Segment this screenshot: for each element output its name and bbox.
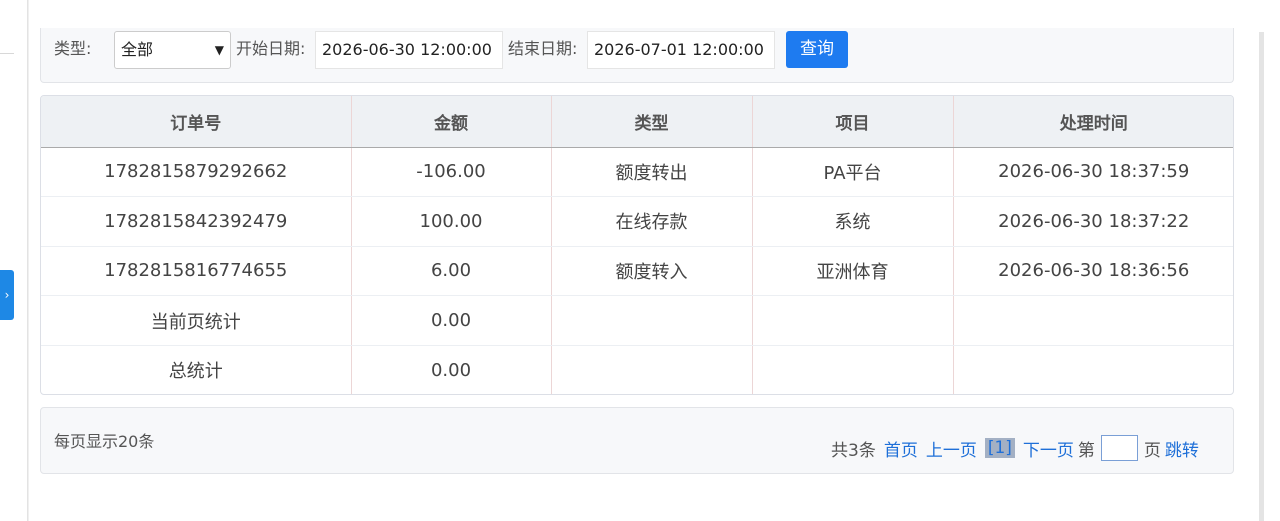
pager: 共3条 首页 上一页 [1] 下一页 第 页 跳转 [831,435,1199,461]
project-cell: 亚洲体育 [752,246,954,297]
type-label: 类型: [54,39,92,58]
goto-prefix: 第 [1077,440,1095,461]
start-date-input[interactable]: 2026-06-30 12:00:00 [315,31,503,69]
amount-cell: 100.00 [351,196,552,247]
empty-cell [551,295,753,346]
goto-suffix: 页 [1143,440,1161,461]
order-table: 订单号 金额 类型 项目 处理时间 1782815879292662 -106.… [40,95,1234,395]
jump-link[interactable]: 跳转 [1165,436,1199,461]
empty-cell [752,295,954,346]
column-header-type: 类型 [551,96,753,148]
page-summary-row: 当前页统计 0.00 [41,295,1233,346]
start-date-label: 开始日期: [236,39,306,58]
empty-cell [752,345,954,394]
column-header-order-no: 订单号 [41,96,352,148]
empty-cell [953,295,1233,346]
project-cell: PA平台 [752,147,954,198]
empty-cell [953,345,1233,394]
summary-label-cell: 当前页统计 [41,295,352,346]
column-header-project: 项目 [752,96,954,148]
table-row: 1782815816774655 6.00 额度转入 亚洲体育 2026-06-… [41,246,1233,297]
pagination-bar: 每页显示20条 共3条 首页 上一页 [1] 下一页 第 页 跳转 [40,407,1234,474]
page-number-input[interactable] [1100,435,1138,461]
current-page: [1] [984,438,1015,458]
sidebar-toggle-button[interactable]: › [0,270,14,320]
right-scrollbar-area [1255,0,1280,521]
divider [0,53,14,54]
chevron-down-icon: ▼ [214,43,224,57]
order-no-cell: 1782815816774655 [41,246,352,297]
query-button[interactable]: 查询 [786,31,848,68]
type-cell: 额度转入 [551,246,753,297]
total-summary-row: 总统计 0.00 [41,345,1233,394]
time-cell: 2026-06-30 18:36:56 [953,246,1233,297]
project-cell: 系统 [752,196,954,247]
order-no-cell: 1782815879292662 [41,147,352,198]
column-header-amount: 金额 [351,96,552,148]
summary-label-cell: 总统计 [41,345,352,394]
left-panel-edge [0,0,28,521]
empty-cell [551,345,753,394]
summary-amount-cell: 0.00 [351,345,552,394]
prev-page-link[interactable]: 上一页 [926,436,977,461]
table-header-row: 订单号 金额 类型 项目 处理时间 [41,96,1233,148]
next-page-link[interactable]: 下一页 [1023,436,1074,461]
time-cell: 2026-06-30 18:37:22 [953,196,1233,247]
column-header-processed-time: 处理时间 [953,96,1233,148]
filter-bar: 类型: 全部 ▼ 开始日期: 2026-06-30 12:00:00 结束日期:… [40,28,1234,83]
chevron-right-icon: › [4,288,10,302]
type-cell: 在线存款 [551,196,753,247]
table-row: 1782815879292662 -106.00 额度转出 PA平台 2026-… [41,147,1233,198]
order-no-cell: 1782815842392479 [41,196,352,247]
table-row: 1782815842392479 100.00 在线存款 系统 2026-06-… [41,196,1233,247]
amount-cell: 6.00 [351,246,552,297]
scrollbar[interactable] [1259,32,1264,521]
end-date-input[interactable]: 2026-07-01 12:00:00 [587,31,775,69]
type-select-value: 全部 [121,40,154,59]
time-cell: 2026-06-30 18:37:59 [953,147,1233,198]
end-date-label: 结束日期: [508,39,578,58]
total-count: 共3条 [831,440,876,461]
first-page-link[interactable]: 首页 [884,436,918,461]
summary-amount-cell: 0.00 [351,295,552,346]
type-select[interactable]: 全部 ▼ [114,31,231,69]
amount-cell: -106.00 [351,147,552,198]
type-cell: 额度转出 [551,147,753,198]
per-page-text: 每页显示20条 [54,432,155,451]
main-content: 类型: 全部 ▼ 开始日期: 2026-06-30 12:00:00 结束日期:… [29,0,1255,521]
